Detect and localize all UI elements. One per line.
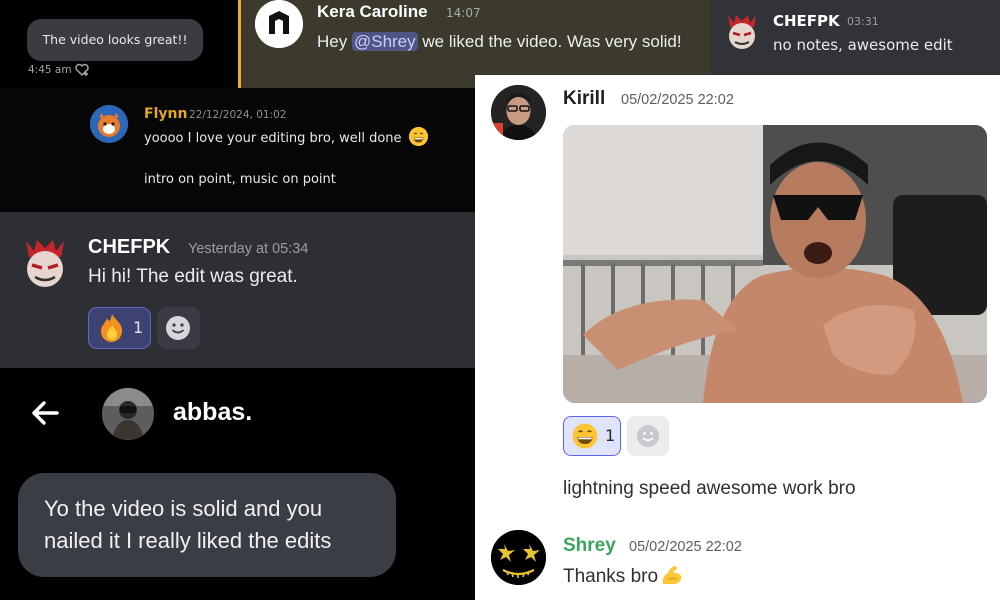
message-bubble[interactable]: Yo the video is solid and you nailed it … bbox=[18, 473, 396, 577]
flynn-message-panel: Flynn 22/12/2024, 01:02 yoooo I love you… bbox=[0, 88, 475, 212]
message-bubble[interactable]: The video looks great!! bbox=[27, 19, 203, 61]
avatar[interactable] bbox=[722, 9, 762, 51]
avatar[interactable] bbox=[255, 0, 303, 48]
smiley-add-icon bbox=[166, 316, 190, 340]
grinning-sweat-emoji bbox=[408, 127, 428, 146]
message-text: Hey @Shrey we liked the video. Was very … bbox=[317, 28, 697, 55]
author-name[interactable]: CHEFPK bbox=[88, 236, 170, 259]
flexed-biceps-emoji bbox=[660, 564, 684, 592]
chefpk-main-panel: CHEFPK Yesterday at 05:34 Hi hi! The edi… bbox=[0, 212, 475, 368]
dm-small-panel: The video looks great!! 4:45 am bbox=[0, 0, 238, 88]
author-name[interactable]: CHEFPK bbox=[773, 12, 840, 30]
reaction-grin[interactable]: 1 bbox=[563, 416, 621, 456]
reaction-count: 1 bbox=[133, 318, 144, 337]
message-timestamp: 03:31 bbox=[847, 15, 879, 28]
arrow-left-icon[interactable] bbox=[28, 396, 62, 430]
light-chat-panel: Kirill 05/02/2025 22:02 1 lightning spee… bbox=[475, 75, 1000, 600]
abbas-dm-panel: abbas. Yo the video is solid and you nai… bbox=[0, 368, 475, 600]
author-name[interactable]: Flynn bbox=[144, 106, 187, 122]
avatar[interactable] bbox=[491, 530, 546, 585]
avatar[interactable] bbox=[90, 105, 128, 143]
smiley-add-icon bbox=[637, 425, 659, 447]
fire-emoji bbox=[101, 314, 123, 342]
chefpk-top-panel: CHEFPK 03:31 no notes, awesome edit bbox=[710, 0, 1000, 75]
avatar[interactable] bbox=[491, 85, 546, 140]
author-name[interactable]: Kera Caroline bbox=[317, 2, 428, 22]
reaction-count: 1 bbox=[605, 426, 616, 445]
avatar[interactable] bbox=[18, 233, 72, 289]
message-text: Hi hi! The edit was great. bbox=[88, 266, 298, 287]
message-timestamp: 05/02/2025 22:02 bbox=[629, 539, 742, 555]
message-line: Thanks bro bbox=[563, 564, 684, 592]
add-reaction-button[interactable] bbox=[627, 416, 669, 456]
message-line: yoooo I love your editing bro, well done bbox=[144, 127, 428, 146]
add-reaction-button[interactable] bbox=[157, 307, 200, 349]
message-text: Thanks bro bbox=[563, 566, 659, 587]
grinning-emoji bbox=[572, 423, 598, 449]
text-after-mention: we liked the video. Was very solid! bbox=[417, 32, 682, 51]
text-before-mention: Hey bbox=[317, 32, 352, 51]
message-text: intro on point, music on point bbox=[144, 172, 336, 187]
message-timestamp: Yesterday at 05:34 bbox=[188, 241, 309, 257]
reaction-gif[interactable] bbox=[563, 125, 987, 403]
message-text: no notes, awesome edit bbox=[773, 36, 953, 54]
message-text: lightning speed awesome work bro bbox=[563, 478, 856, 499]
user-mention[interactable]: @Shrey bbox=[351, 32, 418, 51]
message-text: yoooo I love your editing bro, well done bbox=[144, 131, 402, 146]
message-timestamp: 14:07 bbox=[446, 6, 481, 20]
contact-name[interactable]: abbas. bbox=[173, 398, 252, 427]
message-timestamp: 22/12/2024, 01:02 bbox=[189, 109, 287, 121]
message-timestamp: 05/02/2025 22:02 bbox=[621, 92, 734, 108]
author-name[interactable]: Kirill bbox=[563, 88, 605, 110]
message-timestamp: 4:45 am bbox=[28, 64, 72, 76]
heart-add-icon[interactable] bbox=[74, 62, 90, 77]
reaction-fire[interactable]: 1 bbox=[88, 307, 151, 349]
author-name[interactable]: Shrey bbox=[563, 535, 616, 557]
avatar[interactable] bbox=[102, 388, 154, 440]
